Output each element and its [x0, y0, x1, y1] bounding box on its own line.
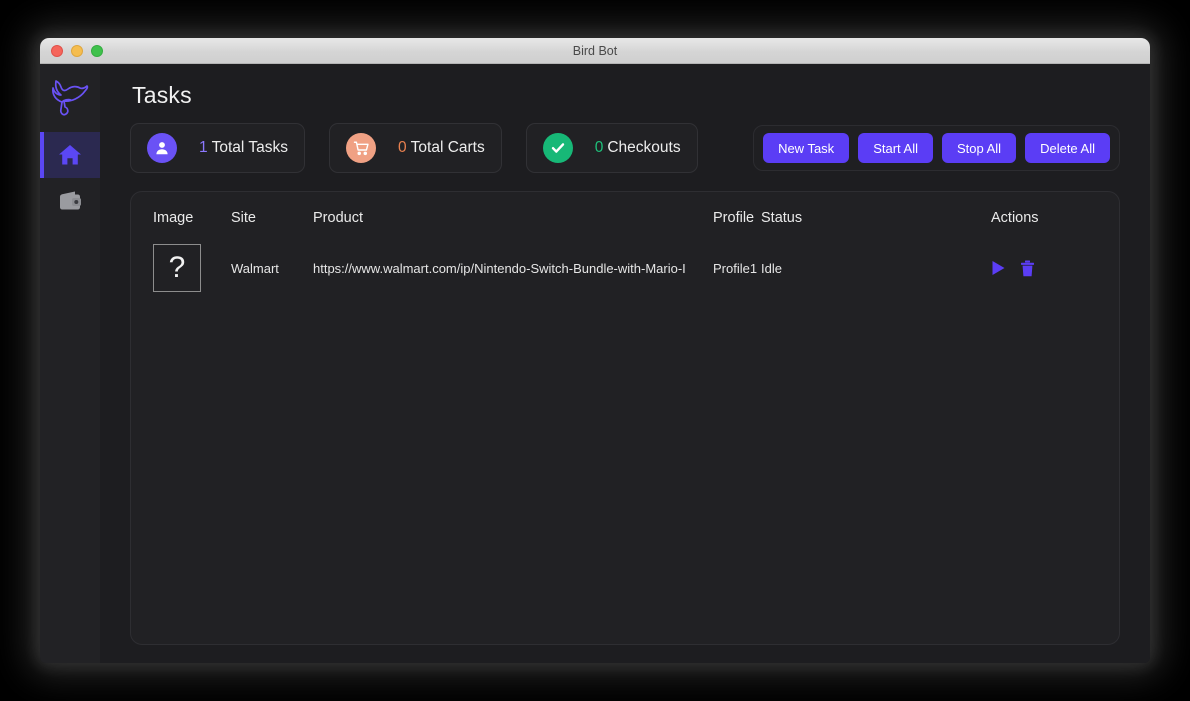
- product-url: https://www.walmart.com/ip/Nintendo-Swit…: [313, 260, 686, 276]
- cell-status: Idle: [761, 260, 782, 276]
- desktop-background: Bird Bot Tasks 1 Total Tasks 0 Total Car…: [0, 0, 1190, 701]
- column-header-profile: Profile: [713, 210, 755, 226]
- app-body: Tasks 1 Total Tasks 0 Total Carts 0 Chec…: [40, 64, 1150, 663]
- stat-number-total-carts: 0: [398, 139, 407, 156]
- stats-row: 1 Total Tasks 0 Total Carts 0 Checkouts …: [130, 123, 1120, 173]
- column-header-status: Status: [761, 210, 803, 226]
- delete-task-icon[interactable]: [1020, 260, 1035, 277]
- stat-card-checkouts: 0 Checkouts: [525, 123, 698, 173]
- tasks-table-panel: Image Site Product Profile Status Action…: [130, 191, 1120, 645]
- home-icon: [59, 145, 81, 165]
- column-header-product: Product: [313, 210, 363, 226]
- person-icon: [147, 133, 177, 163]
- window-titlebar[interactable]: Bird Bot: [40, 38, 1150, 64]
- sidebar-item-wallet[interactable]: [40, 178, 100, 224]
- stat-text-total-tasks: 1 Total Tasks: [199, 139, 288, 157]
- start-all-button[interactable]: Start All: [858, 133, 933, 163]
- table-row[interactable]: ? Walmart https://www.walmart.com/ip/Nin…: [153, 236, 1101, 300]
- column-header-actions: Actions: [991, 210, 1039, 226]
- page-title: Tasks: [132, 82, 192, 108]
- stat-text-total-carts: 0 Total Carts: [398, 139, 485, 157]
- new-task-button[interactable]: New Task: [763, 133, 850, 163]
- sidebar-item-home[interactable]: [40, 132, 100, 178]
- minimize-window-button[interactable]: [71, 44, 83, 57]
- cell-profile: Profile1: [713, 260, 758, 276]
- check-icon: [542, 133, 573, 163]
- cell-site: Walmart: [231, 260, 279, 276]
- cell-actions: [991, 236, 1101, 300]
- stat-card-total-tasks: 1 Total Tasks: [130, 123, 306, 173]
- close-window-button[interactable]: [51, 44, 63, 57]
- stat-text-checkouts: 0 Checkouts: [595, 139, 681, 157]
- stat-label-total-tasks: Total Tasks: [211, 139, 289, 156]
- stat-number-checkouts: 0: [594, 139, 604, 156]
- tasks-table-body: ? Walmart https://www.walmart.com/ip/Nin…: [153, 236, 1101, 300]
- tasks-table-head: Image Site Product Profile Status Action…: [153, 206, 1101, 236]
- cart-icon: [346, 133, 377, 163]
- stat-label-total-carts: Total Carts: [410, 139, 485, 156]
- start-task-icon[interactable]: [991, 260, 1006, 276]
- cell-product: https://www.walmart.com/ip/Nintendo-Swit…: [313, 236, 713, 300]
- main-content: Tasks 1 Total Tasks 0 Total Carts 0 Chec…: [100, 64, 1150, 663]
- delete-all-button[interactable]: Delete All: [1025, 133, 1110, 163]
- stat-label-checkouts: Checkouts: [607, 139, 681, 156]
- traffic-light-group: [51, 44, 103, 57]
- row-actions-group: [991, 260, 1101, 277]
- sidebar: [40, 64, 100, 663]
- maximize-window-button[interactable]: [91, 44, 103, 57]
- stat-card-total-carts: 0 Total Carts: [329, 123, 502, 173]
- window-title: Bird Bot: [572, 43, 618, 58]
- wallet-icon: [59, 191, 81, 210]
- bulk-actions-group: New Task Start All Stop All Delete All: [753, 125, 1120, 171]
- table-header-row: Image Site Product Profile Status Action…: [153, 206, 1101, 236]
- tasks-table: Image Site Product Profile Status Action…: [153, 206, 1101, 300]
- broken-image-icon: ?: [153, 244, 201, 292]
- column-header-site: Site: [231, 210, 256, 226]
- column-header-image: Image: [153, 210, 194, 226]
- bird-logo-icon: [40, 64, 100, 132]
- cell-image: ?: [153, 236, 231, 300]
- stat-number-total-tasks: 1: [199, 139, 208, 156]
- application-window: Bird Bot Tasks 1 Total Tasks 0 Total Car…: [40, 38, 1150, 663]
- stop-all-button[interactable]: Stop All: [941, 133, 1017, 163]
